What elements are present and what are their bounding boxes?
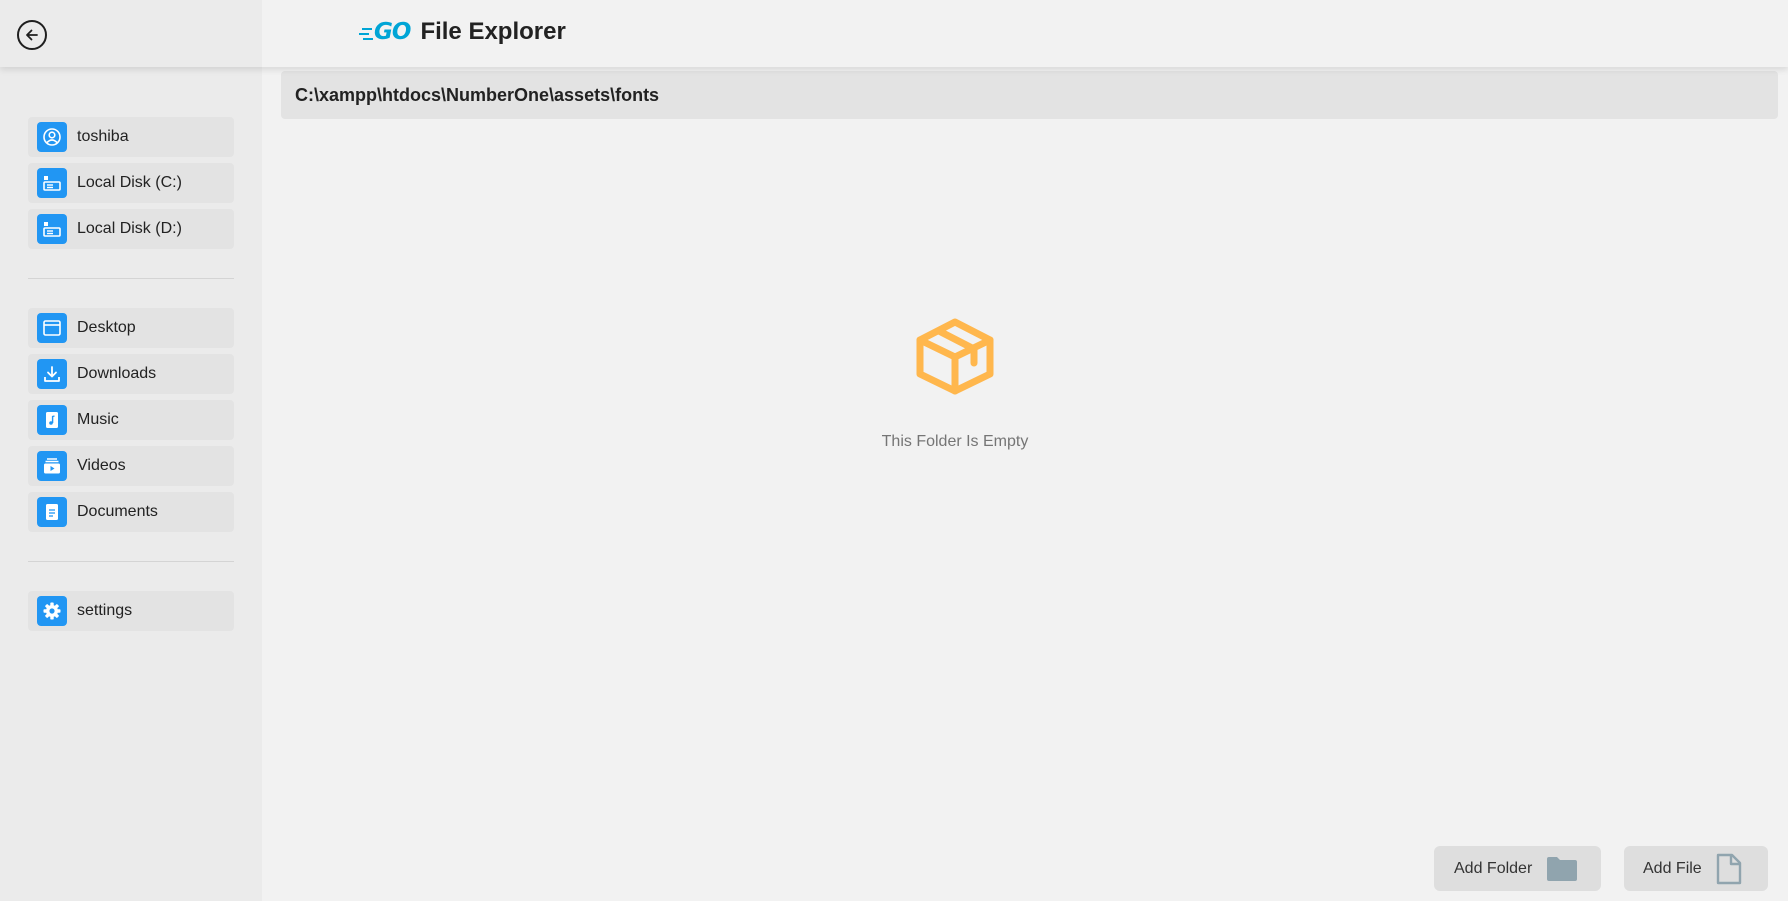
sidebar-item-label: Downloads — [77, 365, 157, 382]
sidebar-divider — [28, 561, 234, 562]
sidebar-item-label: Music — [77, 411, 119, 428]
gear-icon — [37, 596, 67, 626]
sidebar-item-label: toshiba — [77, 128, 129, 145]
add-file-button[interactable]: Add File — [1624, 846, 1768, 891]
file-icon — [1716, 853, 1741, 884]
sidebar-item-label: Videos — [77, 457, 126, 474]
sidebar-item-downloads[interactable]: Downloads — [28, 354, 234, 394]
path-bar[interactable]: C:\xampp\htdocs\NumberOne\assets\fonts — [281, 71, 1778, 119]
empty-folder-message: This Folder Is Empty — [881, 433, 1029, 450]
sidebar-item-settings[interactable]: settings — [28, 591, 234, 631]
drive-icon — [37, 214, 67, 244]
desktop-icon — [37, 313, 67, 343]
arrow-left-icon — [26, 29, 38, 41]
app-title: File Explorer — [420, 18, 566, 45]
sidebar-divider — [28, 278, 234, 279]
box-icon — [916, 318, 994, 395]
sidebar-item-toshiba[interactable]: toshiba — [28, 117, 234, 157]
sidebar-item-label: Local Disk (D:) — [77, 220, 182, 237]
current-path: C:\xampp\htdocs\NumberOne\assets\fonts — [295, 84, 660, 105]
add-folder-label: Add Folder — [1454, 859, 1533, 877]
sidebar-item-documents[interactable]: Documents — [28, 492, 234, 532]
go-logo: GO — [361, 19, 411, 45]
sidebar-item-label: Documents — [77, 503, 158, 520]
sidebar-item-local-disk-d[interactable]: Local Disk (D:) — [28, 209, 234, 249]
sidebar-item-label: settings — [77, 602, 133, 619]
sidebar: toshiba Local Disk (C:) Local Disk (D:) … — [0, 67, 262, 901]
sidebar-item-music[interactable]: Music — [28, 400, 234, 440]
sidebar-item-label: Desktop — [77, 319, 136, 336]
sidebar-item-local-disk-c[interactable]: Local Disk (C:) — [28, 163, 234, 203]
back-button[interactable] — [17, 20, 47, 50]
top-bar: GO File Explorer — [0, 0, 1788, 67]
drive-icon — [37, 168, 67, 198]
add-file-label: Add File — [1643, 859, 1702, 877]
music-icon — [37, 405, 67, 435]
add-folder-button[interactable]: Add Folder — [1434, 846, 1601, 891]
user-icon — [37, 122, 67, 152]
sidebar-item-desktop[interactable]: Desktop — [28, 308, 234, 348]
document-icon — [37, 497, 67, 527]
file-explorer-app: GO File Explorer toshiba Local Disk (C:)… — [0, 0, 1788, 901]
app-title-group: GO File Explorer — [361, 18, 566, 46]
download-icon — [37, 359, 67, 389]
sidebar-item-label: Local Disk (C:) — [77, 174, 182, 191]
video-icon — [37, 451, 67, 481]
folder-icon — [1547, 856, 1578, 881]
sidebar-item-videos[interactable]: Videos — [28, 446, 234, 486]
